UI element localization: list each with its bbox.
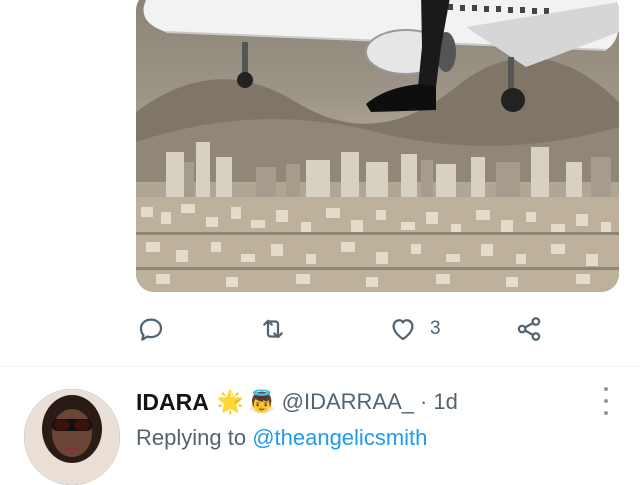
replying-to-handle-link[interactable]: @theangelicsmith <box>252 425 427 450</box>
replying-to-label: Replying to <box>136 425 253 450</box>
author-handle[interactable]: @IDARRAA_ <box>282 389 414 415</box>
share-button[interactable] <box>514 311 544 347</box>
heart-icon <box>392 319 414 341</box>
tweet-media-image[interactable] <box>136 0 619 292</box>
like-count: 3 <box>430 318 441 339</box>
reply-button[interactable] <box>136 311 166 347</box>
avatar[interactable] <box>24 389 120 485</box>
reply-tweet[interactable]: IDARA 🌟 👼 @IDARRAA_ · 1d Replying to @th… <box>0 367 640 485</box>
retweet-button[interactable] <box>258 311 288 347</box>
reply-icon <box>139 318 163 341</box>
replying-to-line: Replying to @theangelicsmith <box>136 425 427 451</box>
author-name[interactable]: IDARA <box>136 389 209 416</box>
user-avatar-photo <box>24 389 120 485</box>
sparkle-emoji-icon: 🌟 <box>216 389 245 414</box>
reply-header: IDARA 🌟 👼 @IDARRAA_ · 1d <box>136 385 458 419</box>
more-options-button[interactable] <box>596 387 616 415</box>
dot-separator: · <box>420 389 428 414</box>
tweet-timestamp[interactable]: 1d <box>433 389 457 415</box>
angel-emoji-icon: 👼 <box>248 389 276 414</box>
retweet-icon <box>263 319 283 339</box>
share-icon <box>517 317 541 341</box>
tweet-action-bar: 3 <box>136 311 619 347</box>
more-dot-icon <box>604 399 608 403</box>
more-dot-icon <box>604 411 608 415</box>
plane-over-city-photo <box>136 0 619 292</box>
more-dot-icon <box>604 387 608 391</box>
like-button[interactable]: 3 <box>388 311 441 347</box>
